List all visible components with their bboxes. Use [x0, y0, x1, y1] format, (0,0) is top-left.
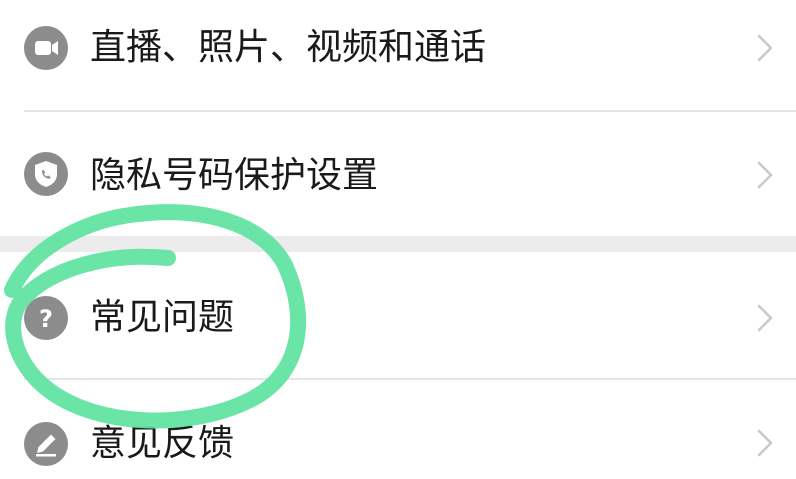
list-divider — [24, 110, 796, 112]
chevron-right-icon — [757, 429, 773, 457]
pencil-icon — [24, 422, 68, 466]
settings-item-feedback[interactable]: 意见反馈 — [0, 380, 796, 479]
video-camera-icon — [24, 26, 68, 70]
section-separator — [0, 236, 796, 252]
settings-item-label: 意见反馈 — [90, 423, 235, 464]
shield-phone-icon — [24, 152, 68, 196]
settings-item-label: 直播、照片、视频和通话 — [90, 27, 487, 68]
chevron-right-icon — [757, 161, 773, 189]
question-mark-icon: ? — [24, 296, 68, 340]
settings-item-label: 常见问题 — [90, 297, 235, 338]
settings-item-faq[interactable]: ? 常见问题 — [0, 256, 796, 376]
chevron-right-icon — [757, 34, 773, 62]
svg-text:?: ? — [39, 305, 53, 333]
settings-item-privacy-number-protection[interactable]: 隐私号码保护设置 — [0, 114, 796, 234]
chevron-right-icon — [757, 304, 773, 332]
settings-screen: 直播、照片、视频和通话 隐私号码保护设置 ? 常见问题 意见反馈 — [0, 0, 796, 479]
settings-group-help: ? 常见问题 意见反馈 — [0, 252, 796, 479]
settings-item-label: 隐私号码保护设置 — [90, 155, 379, 196]
settings-group-privacy: 直播、照片、视频和通话 隐私号码保护设置 — [0, 0, 796, 236]
settings-item-live-photo-video-call[interactable]: 直播、照片、视频和通话 — [0, 0, 796, 108]
